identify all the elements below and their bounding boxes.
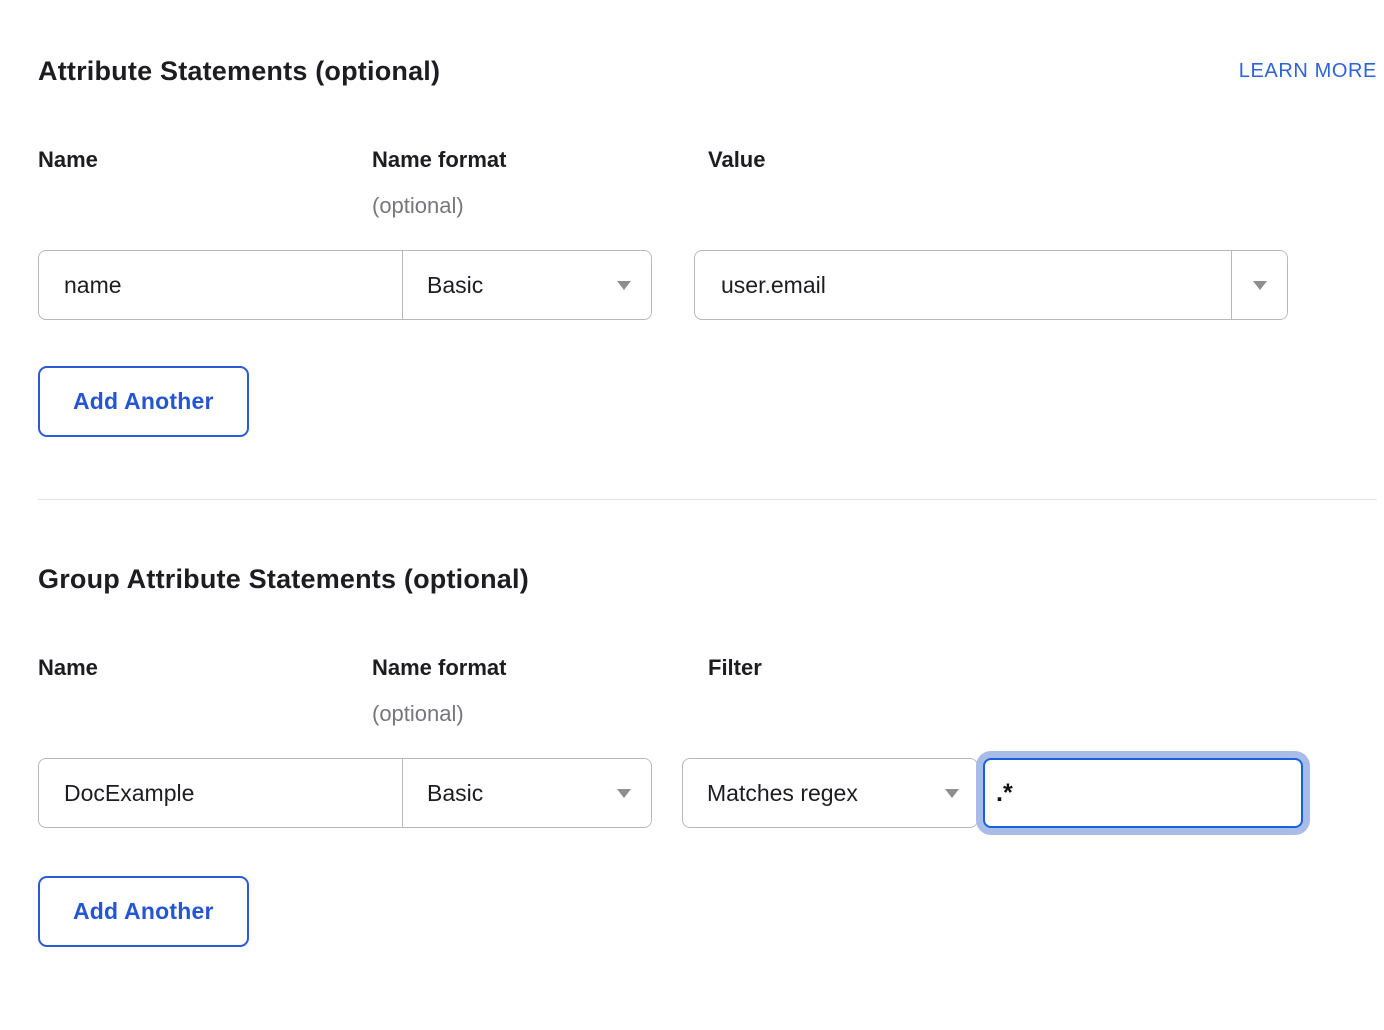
column-name-format: Name format (optional) bbox=[372, 147, 708, 219]
column-header-name: Name bbox=[38, 147, 372, 173]
group-attribute-statement-row: Basic Matches regex bbox=[38, 750, 1377, 836]
column-header-name-format: Name format bbox=[372, 147, 708, 173]
attribute-value-input[interactable] bbox=[695, 251, 1231, 319]
name-and-format-group: Basic bbox=[38, 250, 652, 320]
column-header-filter: Filter bbox=[708, 655, 1377, 681]
group-name-and-format-group: Basic bbox=[38, 758, 652, 828]
section-divider bbox=[38, 499, 1377, 500]
chevron-down-icon bbox=[617, 281, 631, 290]
column-name: Name bbox=[38, 655, 372, 727]
chevron-down-icon bbox=[945, 789, 959, 798]
page-title: Attribute Statements (optional) bbox=[38, 56, 440, 87]
filter-type-selected-value: Matches regex bbox=[707, 780, 858, 807]
attribute-column-headers: Name Name format (optional) Value bbox=[38, 147, 1377, 219]
value-combobox bbox=[694, 250, 1288, 320]
group-name-format-selected-value: Basic bbox=[427, 780, 483, 807]
column-header-optional-note: (optional) bbox=[372, 193, 708, 219]
group-section-title: Group Attribute Statements (optional) bbox=[38, 564, 529, 595]
attribute-statements-section-header: Attribute Statements (optional) LEARN MO… bbox=[38, 56, 1377, 87]
filter-type-select[interactable]: Matches regex bbox=[682, 758, 978, 828]
column-name-format: Name format (optional) bbox=[372, 655, 708, 727]
attribute-statements-page: Attribute Statements (optional) LEARN MO… bbox=[0, 56, 1384, 947]
group-attribute-statements-section-header: Group Attribute Statements (optional) bbox=[38, 564, 1377, 595]
add-another-button[interactable]: Add Another bbox=[38, 876, 249, 947]
column-header-value: Value bbox=[708, 147, 1377, 173]
name-format-selected-value: Basic bbox=[427, 272, 483, 299]
column-name: Name bbox=[38, 147, 372, 219]
attribute-statement-row: Basic bbox=[38, 242, 1377, 328]
attribute-name-input[interactable] bbox=[39, 251, 402, 319]
column-header-name: Name bbox=[38, 655, 372, 681]
group-name-format-select[interactable]: Basic bbox=[402, 759, 651, 827]
column-header-name-format: Name format bbox=[372, 655, 708, 681]
filter-value-input[interactable] bbox=[983, 758, 1303, 828]
column-header-optional-note: (optional) bbox=[372, 701, 708, 727]
chevron-down-icon bbox=[617, 789, 631, 798]
learn-more-link[interactable]: LEARN MORE bbox=[1239, 60, 1377, 83]
column-filter: Filter bbox=[708, 655, 1377, 727]
name-format-select[interactable]: Basic bbox=[402, 251, 651, 319]
value-dropdown-toggle[interactable] bbox=[1231, 251, 1287, 319]
group-attribute-column-headers: Name Name format (optional) Filter bbox=[38, 655, 1377, 727]
chevron-down-icon bbox=[1253, 281, 1267, 290]
column-value: Value bbox=[708, 147, 1377, 219]
group-attribute-name-input[interactable] bbox=[39, 759, 402, 827]
add-another-button[interactable]: Add Another bbox=[38, 366, 249, 437]
